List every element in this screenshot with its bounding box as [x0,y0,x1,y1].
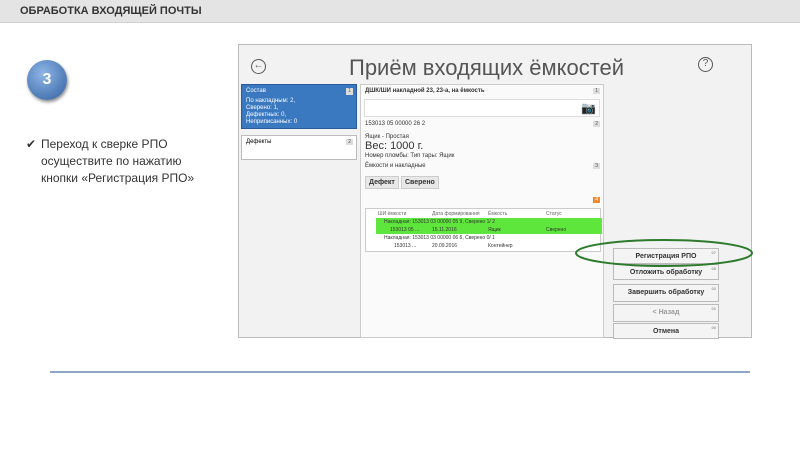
help-icon[interactable]: ? [698,57,713,72]
composition-line: Дефектных: 0, [246,112,287,118]
cell: 153013 ... [394,243,417,249]
column-header[interactable]: Статус [546,210,562,218]
divider [50,371,750,373]
containers-badge: 3 [593,163,600,169]
cell: 20.09.2016 [432,243,458,249]
instruction-text: Переход к сверке РПО осуществите по нажа… [41,137,195,185]
table-row[interactable]: 153013 05 ... 15.11.2016 Ящик Сверено [376,226,602,234]
defects-badge: 2 [346,139,353,145]
cell: 153013 05 ... [390,227,420,233]
highlight-ellipse [575,239,753,267]
barcode: 153013 05 00000 26 2 [365,121,426,127]
cell: Накладная: 153013 03 00000 06 6, Сверено… [384,235,495,241]
button-label: Завершить обработку [627,289,705,296]
defects-panel[interactable]: Дефекты 2 [241,135,357,160]
scan-badge: 1 [593,88,600,94]
composition-badge: 1 [346,88,353,95]
cell: 15.11.2016 [432,227,457,233]
cell: Ящик [488,227,501,233]
back-button[interactable]: < Назад 01 [613,304,719,322]
composition-panel[interactable]: Состав 1 По накладным: 2, Сверено: 1, Де… [241,84,357,129]
button-label: Отмена [652,328,680,335]
cell: Накладная: 153013 03 00000 05 9, Сверено… [384,219,495,225]
weight: Вес: 1000 г. [365,140,424,152]
hotkey: 00 [711,325,716,330]
barcode-badge: 2 [593,121,600,127]
button-label: < Назад [652,309,680,316]
main-panel: ДШК/ШИ накладной 23, 23-а, на ёмкость 1 … [360,84,604,338]
scan-input[interactable]: 📷 [364,99,600,117]
containers-table: ШИ ёмкости Дата формирования Ёмкость Ста… [365,208,602,252]
table-header: ШИ ёмкости Дата формирования Ёмкость Ста… [376,210,602,218]
composition-line: По накладным: 2, [246,98,296,104]
check-icon: ✔ [26,137,37,151]
column-header[interactable]: Ёмкость [488,210,507,218]
cancel-button[interactable]: Отмена 00 [613,323,719,339]
back-icon[interactable]: ← [251,59,266,74]
step-number-badge: 3 [27,60,67,100]
app-title: Приём входящих ёмкостей [349,55,625,80]
defects-title: Дефекты [246,139,272,145]
table-row[interactable]: Накладная: 153013 03 00000 06 6, Сверено… [376,234,602,242]
composition-title: Состав [246,88,266,94]
composition-line: Сверено: 1, [246,105,279,111]
hotkey: 01 [711,306,716,311]
table-row[interactable]: Накладная: 153013 03 00000 05 9, Сверено… [376,218,602,226]
seal-info: Номер пломбы: Тип тары: Ящик [365,153,455,159]
cell: Контейнер [488,243,513,249]
header-bar: ОБРАБОТКА ВХОДЯЩЕЙ ПОЧТЫ [0,0,800,23]
composition-line: Неприписанных: 0 [246,119,298,125]
table-row[interactable]: 153013 ... 20.09.2016 Контейнер [376,242,602,250]
grid-badge: 4 [593,197,600,203]
containers-label: Ёмкости и накладные [365,163,426,169]
finish-button[interactable]: Завершить обработку 02 [613,284,719,302]
app-screenshot: ← Приём входящих ёмкостей ? Состав 1 По … [238,44,752,339]
instruction: ✔ Переход к сверке РПО осуществите по на… [26,136,216,187]
verified-button[interactable]: Сверено [401,176,439,189]
header-title: ОБРАБОТКА ВХОДЯЩЕЙ ПОЧТЫ [20,5,202,17]
defect-button[interactable]: Дефект [365,176,399,189]
scan-label: ДШК/ШИ накладной 23, 23-а, на ёмкость [365,88,485,94]
column-header[interactable]: ШИ ёмкости [378,210,406,218]
cell: Сверено [546,227,567,233]
column-header[interactable]: Дата формирования [432,210,480,218]
camera-icon[interactable]: 📷 [581,101,596,115]
hotkey: 02 [711,286,716,291]
